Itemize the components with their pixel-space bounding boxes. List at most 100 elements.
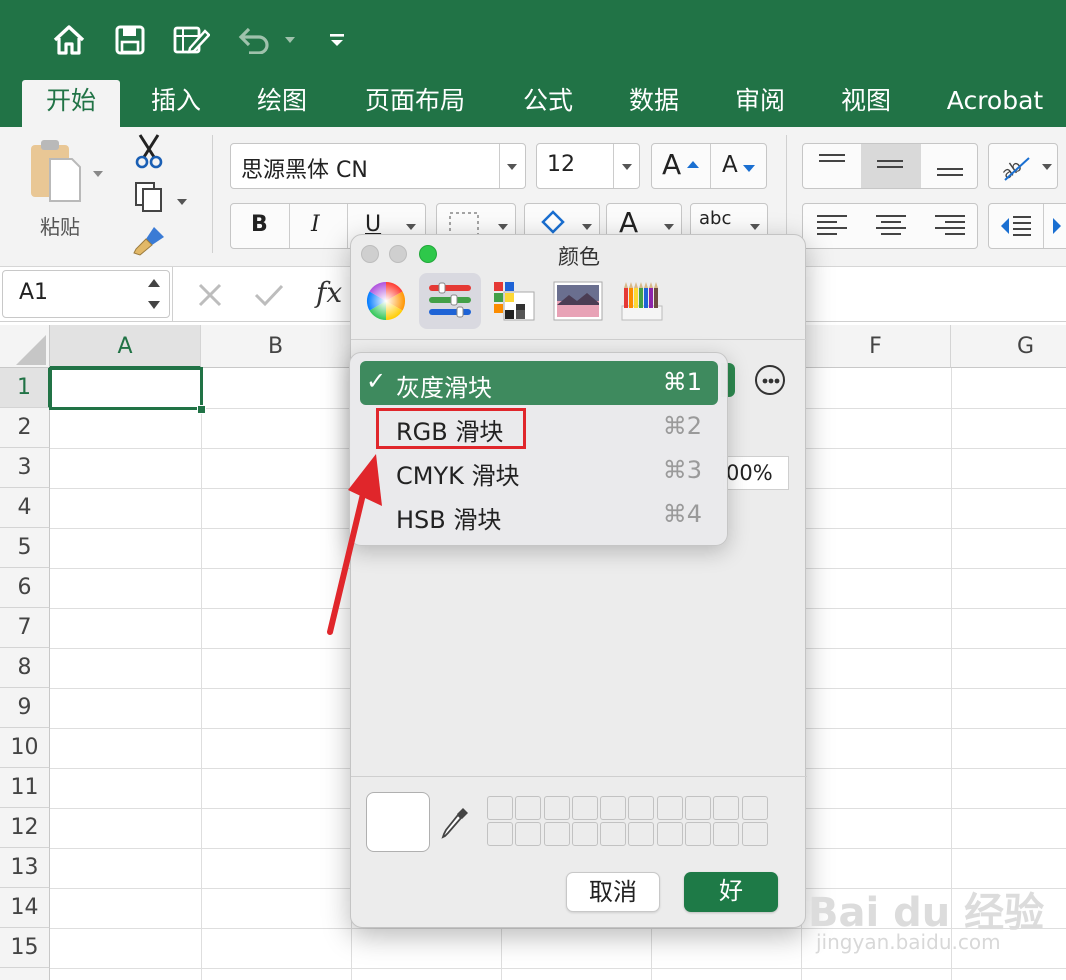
empty-swatch[interactable] xyxy=(515,822,542,846)
home-icon[interactable] xyxy=(50,22,88,58)
more-options-button[interactable] xyxy=(755,365,785,395)
copy-icon[interactable] xyxy=(134,181,164,217)
color-wheel-button[interactable] xyxy=(355,273,417,329)
tab-insert[interactable]: 插入 xyxy=(132,80,220,127)
edit-sheet-icon[interactable] xyxy=(170,22,212,58)
empty-swatch[interactable] xyxy=(741,796,768,820)
row-header[interactable]: 5 xyxy=(0,528,50,568)
cut-icon[interactable] xyxy=(134,133,164,173)
empty-swatch[interactable] xyxy=(487,822,513,846)
tab-data[interactable]: 数据 xyxy=(610,80,698,127)
fill-handle[interactable] xyxy=(197,405,206,414)
select-all-corner[interactable] xyxy=(0,325,50,368)
underline-dropdown-icon[interactable] xyxy=(405,223,417,231)
selected-cell-a1[interactable] xyxy=(49,367,203,410)
align-middle-button[interactable] xyxy=(861,144,921,188)
row-header[interactable]: 2 xyxy=(0,408,50,448)
empty-swatch[interactable] xyxy=(628,822,655,846)
row-header[interactable] xyxy=(0,968,50,980)
cancel-button[interactable]: 取消 xyxy=(566,872,660,912)
row-header[interactable]: 13 xyxy=(0,848,50,888)
paste-icon[interactable] xyxy=(26,137,82,205)
row-header[interactable]: 9 xyxy=(0,688,50,728)
ok-button[interactable]: 好 xyxy=(684,872,778,912)
tab-acrobat[interactable]: Acrobat xyxy=(936,80,1054,127)
empty-swatch[interactable] xyxy=(713,822,740,846)
shrink-font-button[interactable]: A xyxy=(710,144,768,188)
empty-swatch[interactable] xyxy=(685,796,712,820)
font-size-dropdown-icon[interactable] xyxy=(621,163,633,171)
tab-draw[interactable]: 绘图 xyxy=(238,80,326,127)
customize-toolbar-icon[interactable] xyxy=(326,22,348,58)
empty-swatch[interactable] xyxy=(543,796,570,820)
undo-icon[interactable] xyxy=(236,22,276,58)
empty-swatch[interactable] xyxy=(487,796,513,820)
align-top-button[interactable] xyxy=(803,144,861,188)
row-header[interactable]: 12 xyxy=(0,808,50,848)
empty-swatch[interactable] xyxy=(741,822,768,846)
function-icon[interactable]: fx xyxy=(316,276,342,309)
undo-dropdown-icon[interactable] xyxy=(280,22,300,58)
tab-review[interactable]: 审阅 xyxy=(716,80,804,127)
row-header[interactable]: 8 xyxy=(0,648,50,688)
italic-button[interactable]: I xyxy=(289,204,347,248)
empty-swatch[interactable] xyxy=(685,822,712,846)
align-bottom-button[interactable] xyxy=(921,144,979,188)
empty-swatch[interactable] xyxy=(571,822,598,846)
format-painter-icon[interactable] xyxy=(132,225,166,261)
empty-swatch[interactable] xyxy=(628,796,655,820)
empty-swatch[interactable] xyxy=(515,796,542,820)
font-color-dropdown-icon[interactable] xyxy=(663,223,675,231)
row-header[interactable]: 1 xyxy=(0,368,50,408)
align-center-button[interactable] xyxy=(861,204,921,248)
image-palettes-button[interactable] xyxy=(547,273,609,329)
tab-home[interactable]: 开始 xyxy=(22,80,120,127)
confirm-entry-icon[interactable] xyxy=(254,283,284,307)
menu-item-grayscale[interactable]: ✓ 灰度滑块 ⌘1 xyxy=(360,361,718,405)
cancel-entry-icon[interactable] xyxy=(198,283,222,307)
empty-swatch[interactable] xyxy=(656,796,683,820)
pencils-button[interactable] xyxy=(611,273,673,329)
color-palettes-button[interactable] xyxy=(483,273,545,329)
row-header[interactable]: 6 xyxy=(0,568,50,608)
menu-item-cmyk[interactable]: CMYK 滑块 ⌘3 xyxy=(360,449,718,493)
row-header[interactable]: 10 xyxy=(0,728,50,768)
color-sliders-button[interactable] xyxy=(419,273,481,329)
empty-swatch[interactable] xyxy=(600,822,627,846)
save-icon[interactable] xyxy=(112,22,148,58)
empty-swatch[interactable] xyxy=(600,796,627,820)
row-header[interactable]: 3 xyxy=(0,448,50,488)
increase-indent-icon[interactable] xyxy=(1053,218,1063,234)
font-name-dropdown-icon[interactable] xyxy=(506,163,518,171)
row-header[interactable]: 4 xyxy=(0,488,50,528)
font-name-box[interactable]: 思源黑体 CN xyxy=(230,143,526,189)
decrease-indent-button[interactable] xyxy=(989,204,1043,248)
empty-swatch[interactable] xyxy=(543,822,570,846)
font-size-box[interactable]: 12 xyxy=(536,143,640,189)
row-header[interactable]: 15 xyxy=(0,928,50,968)
current-color-well[interactable] xyxy=(366,792,430,852)
text-orientation-dropdown-icon[interactable] xyxy=(1041,163,1053,171)
column-header[interactable]: G xyxy=(951,325,1066,368)
spelling-dropdown-icon[interactable] xyxy=(749,223,761,231)
row-header[interactable]: 14 xyxy=(0,888,50,928)
row-header[interactable]: 7 xyxy=(0,608,50,648)
tab-view[interactable]: 视图 xyxy=(822,80,910,127)
bold-button[interactable]: B xyxy=(231,204,289,248)
grow-font-button[interactable]: A xyxy=(652,144,710,188)
empty-swatch[interactable] xyxy=(571,796,598,820)
paste-dropdown-icon[interactable] xyxy=(92,163,104,182)
fill-color-dropdown-icon[interactable] xyxy=(581,223,593,231)
copy-dropdown-icon[interactable] xyxy=(176,191,188,210)
tab-page-layout[interactable]: 页面布局 xyxy=(348,80,482,127)
empty-swatch[interactable] xyxy=(713,796,740,820)
name-box[interactable]: A1 xyxy=(2,270,170,318)
menu-item-hsb[interactable]: HSB 滑块 ⌘4 xyxy=(360,493,718,537)
name-box-stepper-icon[interactable] xyxy=(147,277,161,311)
column-header[interactable]: F xyxy=(801,325,951,368)
text-orientation-button[interactable]: ab xyxy=(988,143,1058,189)
borders-dropdown-icon[interactable] xyxy=(497,223,509,231)
align-right-button[interactable] xyxy=(921,204,979,248)
column-header[interactable]: B xyxy=(201,325,351,368)
empty-swatch[interactable] xyxy=(656,822,683,846)
